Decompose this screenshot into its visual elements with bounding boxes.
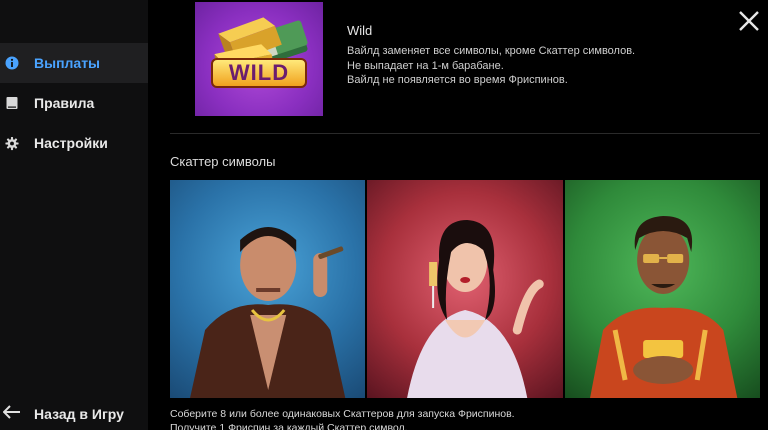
sidebar-item-settings[interactable]: Настройки — [0, 123, 148, 163]
sidebar-item-label: Выплаты — [34, 55, 101, 71]
scatter-description: Соберите 8 или более одинаковых Скаттеро… — [170, 407, 760, 430]
scatter-symbols — [170, 180, 760, 398]
scatter-line: Соберите 8 или более одинаковых Скаттеро… — [170, 408, 515, 420]
scatter-heading: Скаттер символы — [170, 154, 276, 169]
book-icon — [5, 96, 19, 110]
sidebar-item-label: Правила — [34, 95, 95, 111]
wild-line: Не выпадает на 1-м барабане. — [347, 59, 504, 72]
back-to-game-button[interactable]: Назад в Игру — [0, 398, 148, 430]
scatter-symbol-boss — [564, 180, 760, 398]
sidebar-item-rules[interactable]: Правила — [0, 83, 148, 123]
scatter-line: Получите 1 Фриспин за каждый Скаттер сим… — [170, 422, 408, 430]
close-icon — [739, 11, 759, 31]
sidebar-item-label: Настройки — [34, 135, 108, 151]
scatter-symbol-lady — [367, 180, 563, 398]
wild-title: Wild — [347, 23, 373, 38]
sidebar-item-payouts[interactable]: Выплаты — [0, 43, 148, 83]
wild-line: Вайлд заменяет все символы, кроме Скатте… — [347, 45, 636, 57]
wild-line: Вайлд не появляется во время Фриспинов. — [347, 74, 568, 86]
section-divider — [170, 133, 760, 134]
wild-description: Вайлд заменяет все символы, кроме Скатте… — [347, 44, 707, 88]
arrow-left-icon — [2, 404, 21, 424]
wild-symbol-image: WILD — [195, 2, 323, 116]
scatter-symbol-mobster — [170, 180, 366, 398]
gear-icon — [5, 136, 19, 150]
info-icon — [5, 56, 19, 70]
wild-badge: WILD — [211, 58, 307, 88]
back-label: Назад в Игру — [34, 406, 124, 422]
sidebar: Выплаты Правила Настройки Назад в Игру — [0, 0, 148, 430]
close-button[interactable] — [737, 9, 761, 33]
